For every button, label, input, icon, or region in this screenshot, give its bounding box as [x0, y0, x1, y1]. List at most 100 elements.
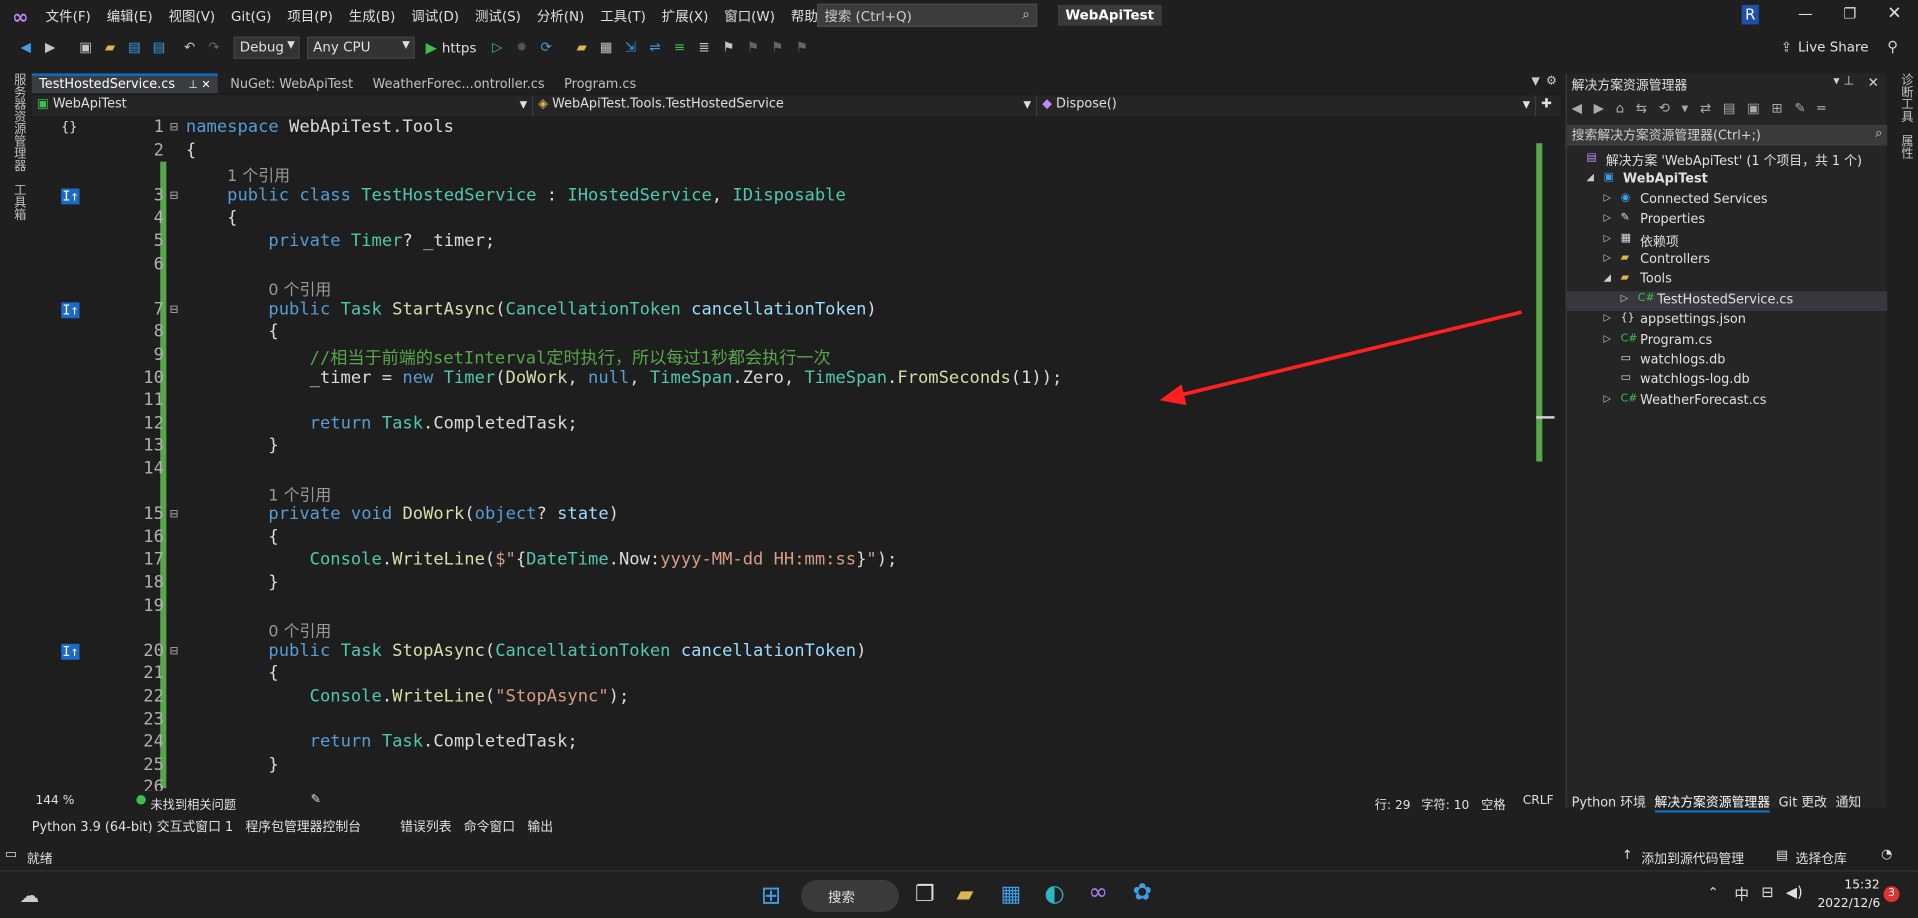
solution-panel-tab[interactable]: Python 环境: [1572, 796, 1646, 811]
implementation-icon[interactable]: I↑: [61, 643, 80, 660]
back-icon[interactable]: ◀: [17, 39, 34, 56]
solution-search[interactable]: 搜索解决方案资源管理器(Ctrl+;) ⌕: [1566, 124, 1888, 146]
code-line[interactable]: 1 个引用: [186, 163, 290, 186]
solution-item[interactable]: ◢ ▰ Tools: [1567, 271, 1887, 291]
run-icon[interactable]: ▶: [426, 39, 437, 56]
menu-item[interactable]: 分析(N): [537, 9, 584, 25]
select-repo-button[interactable]: 选择仓库: [1796, 849, 1847, 867]
implementation-icon[interactable]: I↑: [61, 188, 80, 205]
collapsed-icon[interactable]: ▷: [1603, 212, 1611, 223]
code-line[interactable]: private void DoWork(object? state): [186, 505, 619, 525]
visual-studio-icon[interactable]: ∞: [1089, 879, 1108, 906]
collapsed-icon[interactable]: ▷: [1603, 312, 1611, 323]
project-dropdown[interactable]: ▣ WebApiTest ▼: [32, 95, 534, 117]
menu-item[interactable]: 项目(P): [287, 9, 333, 25]
bottom-panel-tab[interactable]: 程序包管理器控制台: [245, 818, 361, 836]
diagnostic-tools-tab[interactable]: 诊断工具: [1896, 73, 1914, 122]
undo-icon[interactable]: ↶: [181, 39, 198, 56]
code-line[interactable]: {: [186, 527, 278, 547]
bookmark-next-icon[interactable]: ⚑: [769, 39, 786, 56]
member-dropdown[interactable]: ◆ Dispose() ▼: [1037, 95, 1537, 117]
collapse-icon[interactable]: ⊟: [170, 301, 178, 317]
comment-icon[interactable]: ≡: [671, 39, 688, 56]
code-line[interactable]: {: [186, 209, 237, 229]
code-line[interactable]: Console.WriteLine("StopAsync");: [186, 687, 630, 707]
solution-panel-tab[interactable]: 解决方案资源管理器: [1654, 795, 1771, 813]
platform-dropdown[interactable]: Any CPU ▼: [306, 36, 415, 59]
collapsed-icon[interactable]: ▷: [1603, 332, 1611, 343]
collapse-icon[interactable]: ⊟: [170, 506, 178, 522]
settings-icon[interactable]: ⚙: [1546, 75, 1557, 88]
bookmark-icon[interactable]: ⚑: [720, 39, 737, 56]
folder-icon[interactable]: ▰: [573, 39, 590, 56]
refresh-icon[interactable]: ⟳: [538, 39, 555, 56]
properties-tab[interactable]: 属性: [1896, 135, 1914, 159]
open-icon[interactable]: ▰: [102, 39, 119, 56]
windows-start-icon[interactable]: ⊞: [761, 880, 782, 909]
code-line[interactable]: return Task.CompletedTask;: [186, 732, 578, 752]
collapse-icon[interactable]: ⊟: [170, 119, 178, 135]
notification-icon[interactable]: ◔: [1881, 847, 1892, 862]
weather-icon[interactable]: ☁: [20, 884, 40, 907]
ime-indicator[interactable]: 中: [1734, 884, 1749, 905]
code-line[interactable]: 0 个引用: [186, 618, 331, 641]
uncomment-icon[interactable]: ≣: [695, 39, 712, 56]
align-icon[interactable]: ⇌: [646, 39, 663, 56]
menu-item[interactable]: 测试(S): [475, 9, 521, 25]
collapsed-icon[interactable]: ▷: [1603, 192, 1611, 203]
tab-document[interactable]: Program.cs: [557, 76, 644, 93]
search-input[interactable]: 搜索 (Ctrl+Q) ⌕: [817, 3, 1038, 27]
network-icon[interactable]: ⊟: [1761, 884, 1773, 901]
run-label[interactable]: https: [442, 40, 477, 56]
implementation-icon[interactable]: I↑: [61, 302, 80, 318]
menu-item[interactable]: 工具(T): [600, 9, 646, 25]
notification-badge[interactable]: 3: [1883, 886, 1900, 903]
pin-icon[interactable]: ▾ ⊥: [1833, 75, 1854, 88]
code-line[interactable]: public Task StopAsync(CancellationToken …: [186, 641, 866, 661]
collapsed-icon[interactable]: ▷: [1621, 292, 1629, 303]
config-dropdown[interactable]: Debug ▼: [233, 36, 300, 59]
code-line[interactable]: namespace WebApiTest.Tools: [186, 118, 454, 138]
close-icon[interactable]: ✕: [1887, 4, 1901, 24]
save-icon[interactable]: ▤: [126, 39, 143, 56]
taskbar-search[interactable]: 搜索: [801, 880, 899, 912]
solution-panel-tab[interactable]: Git 更改: [1779, 796, 1827, 811]
solution-item[interactable]: ▭ watchlogs.db: [1567, 351, 1887, 371]
redo-icon[interactable]: ↷: [205, 39, 222, 56]
line-indicator[interactable]: 行: 29: [1375, 794, 1411, 812]
solution-item[interactable]: ▷ C# Program.cs: [1567, 331, 1887, 351]
code-line[interactable]: }: [186, 755, 278, 775]
split-icon[interactable]: ✚: [1536, 95, 1557, 116]
zoom-dropdown[interactable]: 144 %: [35, 794, 74, 807]
clock-date[interactable]: 2022/12/6: [1818, 897, 1881, 910]
menu-item[interactable]: 窗口(W): [724, 9, 775, 25]
add-source-control-button[interactable]: 添加到源代码管理: [1641, 849, 1744, 867]
save-all-icon[interactable]: ▤: [150, 39, 167, 56]
layout-icon[interactable]: ▦: [598, 39, 615, 56]
edge-icon[interactable]: ◐: [1045, 880, 1065, 907]
collapsed-icon[interactable]: ▷: [1603, 252, 1611, 263]
menu-item[interactable]: Git(G): [231, 9, 271, 25]
volume-icon[interactable]: ◀): [1786, 884, 1803, 901]
bottom-panel-tab[interactable]: 输出: [527, 818, 553, 836]
code-line[interactable]: _timer = new Timer(DoWork, null, TimeSpa…: [186, 368, 1063, 388]
step-icon[interactable]: ⇲: [622, 39, 639, 56]
toolbox-tab[interactable]: 工具箱: [9, 184, 27, 221]
eol-indicator[interactable]: CRLF: [1523, 794, 1554, 807]
chevron-up-icon[interactable]: ⌃: [1707, 885, 1718, 901]
collapse-icon[interactable]: ⊟: [170, 187, 178, 203]
collapse-icon[interactable]: ⊟: [170, 642, 178, 658]
menu-item[interactable]: 文件(F): [46, 9, 91, 25]
bottom-panel-tab[interactable]: 命令窗口: [464, 818, 515, 836]
code-line[interactable]: {: [186, 664, 278, 684]
bottom-panel-tab[interactable]: Python 3.9 (64-bit) 交互式窗口 1: [32, 818, 233, 836]
tab-overflow-icon[interactable]: ▼: [1531, 76, 1539, 88]
tab-document[interactable]: NuGet: WebApiTest: [223, 76, 361, 93]
close-icon[interactable]: ✕: [198, 80, 210, 92]
solution-item[interactable]: ▭ watchlogs-log.db: [1567, 371, 1887, 391]
collapsed-icon[interactable]: ▷: [1603, 232, 1611, 243]
maximize-icon[interactable]: ❐: [1843, 5, 1856, 22]
col-indicator[interactable]: 字符: 10: [1421, 794, 1469, 812]
clock-time[interactable]: 15:32: [1844, 879, 1879, 892]
hot-reload-icon[interactable]: ✹: [513, 39, 530, 56]
